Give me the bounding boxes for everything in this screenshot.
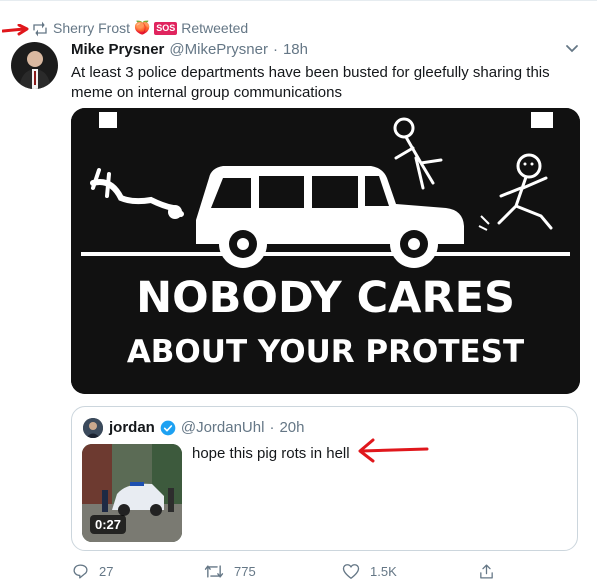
quote-text: hope this pig rots in hell	[192, 445, 350, 462]
share-icon	[480, 564, 493, 579]
reply-button[interactable]: 27	[72, 563, 113, 580]
retweet-icon	[33, 21, 47, 37]
annotation-arrow-top	[2, 24, 29, 36]
verified-badge-icon	[160, 420, 176, 435]
annotation-arrow-quote	[358, 438, 429, 463]
avatar[interactable]	[11, 42, 58, 89]
retweet-action-icon	[204, 565, 224, 578]
quote-separator-dot: ·	[269, 419, 275, 436]
separator-dot: ·	[272, 41, 278, 58]
quote-author-handle: @JordanUhl	[180, 419, 265, 436]
retweet-button[interactable]: 775	[204, 563, 256, 580]
retweet-count: 775	[234, 564, 256, 579]
video-duration: 0:27	[90, 515, 127, 534]
author-name[interactable]: Mike Prysner	[71, 41, 164, 58]
reply-icon	[73, 564, 88, 579]
chevron-down-icon[interactable]	[565, 44, 579, 54]
tweet-actions: 27 775 1.5K	[71, 563, 511, 583]
like-count: 1.5K	[370, 564, 397, 579]
heart-icon	[342, 564, 360, 579]
like-button[interactable]: 1.5K	[342, 563, 397, 580]
tweet-header: Mike Prysner @MikePrysner · 18h	[71, 41, 308, 58]
video-thumbnail[interactable]: 0:27	[82, 444, 182, 542]
sos-badge: SOS	[154, 21, 178, 35]
reply-count: 27	[99, 564, 114, 579]
quoted-tweet[interactable]: jordan @JordanUhl · 20h 0:27 hope this p…	[71, 406, 578, 551]
quote-header: jordan @JordanUhl · 20h	[109, 419, 304, 436]
meme-caption-line2: ABOUT YOUR PROTEST	[126, 334, 525, 370]
author-handle[interactable]: @MikePrysner	[169, 41, 268, 58]
top-divider	[0, 0, 597, 1]
retweeter-name[interactable]: Sherry Frost	[53, 20, 130, 36]
share-button[interactable]	[478, 563, 495, 580]
quote-timestamp: 20h	[279, 419, 305, 436]
quote-author-name: jordan	[109, 419, 155, 436]
tweet-timestamp[interactable]: 18h	[283, 41, 308, 58]
tweet-text: At least 3 police departments have been …	[71, 64, 550, 101]
quote-avatar	[83, 418, 103, 438]
retweeted-label: Retweeted	[181, 20, 249, 36]
tweet-image[interactable]: NOBODY CARES ABOUT YOUR PROTEST	[71, 108, 580, 394]
peach-icon: 🍑	[134, 20, 151, 35]
retweet-context: Sherry Frost 🍑 SOS Retweeted	[53, 20, 248, 36]
meme-caption-line1: NOBODY CARES	[136, 273, 515, 323]
